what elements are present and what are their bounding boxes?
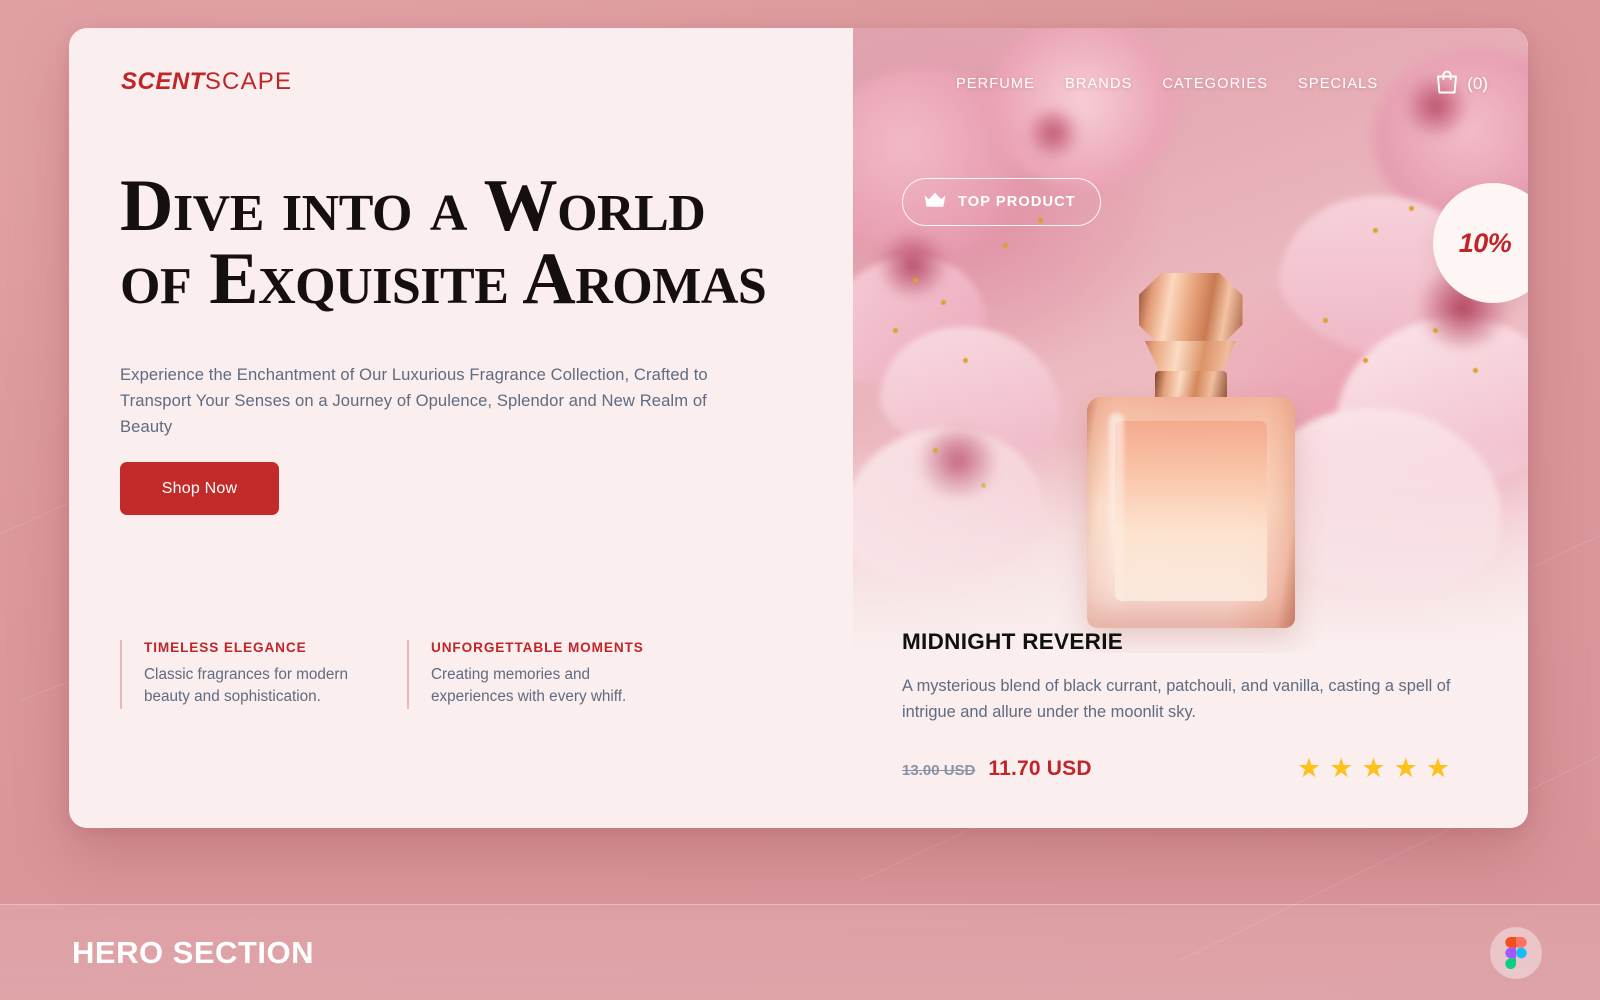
nav-item-categories[interactable]: CATEGORIES — [1162, 76, 1268, 92]
feature-item: TIMELESS ELEGANCE Classic fragrances for… — [120, 640, 380, 709]
blossom-stamen — [1373, 228, 1378, 233]
blossom-stamen — [1433, 328, 1438, 333]
feature-title: TIMELESS ELEGANCE — [144, 640, 307, 655]
blossom-stamen — [893, 328, 898, 333]
star-icon[interactable]: ★ — [1426, 755, 1450, 782]
rating-stars[interactable]: ★ ★ ★ ★ ★ — [1297, 755, 1450, 782]
nav-item-brands[interactable]: BRANDS — [1065, 76, 1132, 92]
top-product-badge[interactable]: TOP PRODUCT — [902, 178, 1101, 226]
feature-list: TIMELESS ELEGANCE Classic fragrances for… — [120, 640, 667, 709]
blossom-blur — [983, 28, 1183, 188]
old-price: 13.00 USD — [902, 761, 976, 779]
crown-icon — [923, 191, 947, 213]
bottle-liquid — [1114, 421, 1267, 601]
top-product-label: TOP PRODUCT — [958, 194, 1076, 210]
feature-description: Creating memories and experiences with e… — [431, 666, 627, 706]
hero-subcopy: Experience the Enchantment of Our Luxuri… — [120, 365, 708, 437]
headline-line-1: Dive into a World — [120, 165, 706, 247]
nav-item-perfume[interactable]: PERFUME — [956, 76, 1035, 92]
brand-logo-bold: SCENT — [121, 68, 205, 95]
page-title: Dive into a World of Exquisite Aromas — [120, 165, 820, 320]
bottle-cap-skirt — [1144, 341, 1237, 375]
blossom-stamen — [1003, 243, 1008, 248]
star-icon[interactable]: ★ — [1361, 755, 1385, 782]
perfume-bottle-image — [1085, 273, 1297, 628]
hero-right-panel: PERFUME BRANDS CATEGORIES SPECIALS (0) T… — [853, 28, 1528, 828]
figma-logo-icon — [1490, 927, 1542, 979]
blossom-stamen — [913, 278, 918, 283]
brand-logo[interactable]: SCENTSCAPE — [121, 68, 292, 96]
discount-value: 10% — [1458, 227, 1512, 258]
footer-bar: HERO SECTION — [0, 904, 1600, 1000]
product-photo — [853, 28, 1528, 653]
hero-card: SCENTSCAPE Dive into a World of Exquisit… — [69, 28, 1528, 828]
current-price: 11.70 USD — [988, 756, 1092, 780]
blossom-stamen — [1409, 206, 1414, 211]
feature-title: UNFORGETTABLE MOMENTS — [431, 640, 644, 655]
blossom-stamen — [1473, 368, 1478, 373]
blossom-stamen — [941, 300, 946, 305]
blossom-stamen — [933, 448, 938, 453]
feature-item: UNFORGETTABLE MOMENTS Creating memories … — [407, 640, 667, 709]
blossom-stamen — [1363, 358, 1368, 363]
star-icon[interactable]: ★ — [1394, 755, 1418, 782]
blossom-center — [913, 428, 1003, 498]
blossom-center — [873, 233, 953, 297]
section-label: HERO SECTION — [72, 935, 314, 970]
blossom-stamen — [1323, 318, 1328, 323]
price-group: 13.00 USD 11.70 USD — [902, 757, 1092, 781]
star-icon[interactable]: ★ — [1297, 755, 1321, 782]
main-navigation: PERFUME BRANDS CATEGORIES SPECIALS (0) — [956, 68, 1488, 100]
headline-line-2: of Exquisite Aromas — [120, 237, 767, 320]
product-description: A mysterious blend of black currant, pat… — [902, 677, 1451, 722]
bottle-cap — [1138, 273, 1243, 347]
cart-count: (0) — [1467, 74, 1488, 93]
product-info: MIDNIGHT REVERIE A mysterious blend of b… — [902, 629, 1488, 782]
product-title: MIDNIGHT REVERIE — [902, 629, 1124, 655]
brand-logo-light: SCAPE — [204, 68, 293, 95]
nav-item-specials[interactable]: SPECIALS — [1298, 76, 1378, 92]
star-icon[interactable]: ★ — [1329, 755, 1353, 782]
shop-now-button[interactable]: Shop Now — [120, 462, 279, 515]
hero-left-panel: SCENTSCAPE Dive into a World of Exquisit… — [69, 28, 853, 828]
shopping-bag-icon — [1434, 68, 1460, 100]
blossom-stamen — [963, 358, 968, 363]
cart-button[interactable]: (0) — [1434, 68, 1488, 100]
blossom-center — [1023, 108, 1083, 158]
feature-description: Classic fragrances for modern beauty and… — [144, 666, 349, 706]
price-row: 13.00 USD 11.70 USD ★ ★ ★ ★ ★ — [902, 755, 1488, 782]
bottle-highlight — [1108, 413, 1124, 613]
blossom-stamen — [981, 483, 986, 488]
